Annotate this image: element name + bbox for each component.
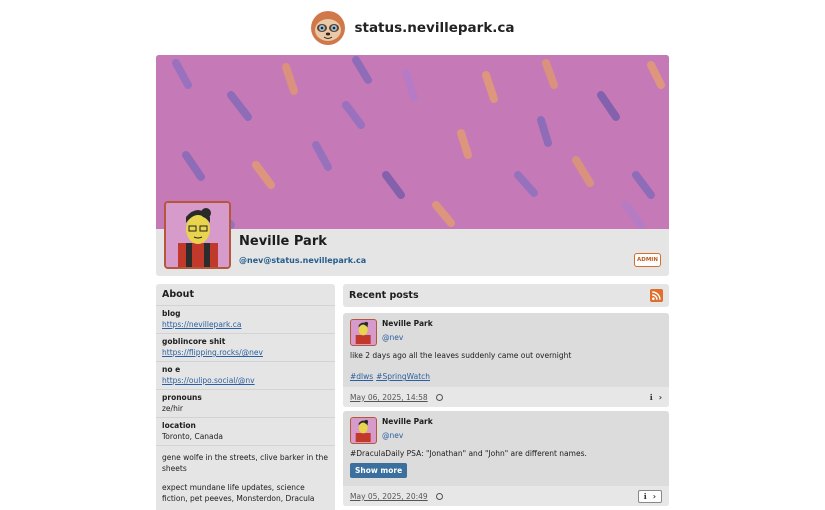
- field-name: blog: [162, 309, 181, 318]
- about-title: About: [156, 284, 335, 306]
- post-account[interactable]: @nev: [382, 431, 403, 440]
- post-avatar[interactable]: [350, 417, 377, 444]
- field-link-no-e[interactable]: https://oulipo.social/@nv: [162, 376, 255, 385]
- admin-badge: ADMIN: [634, 253, 661, 267]
- post-footer: May 06, 2025, 14:58 ℹ ›: [343, 387, 669, 407]
- chevron-right-icon[interactable]: ›: [653, 492, 656, 501]
- field-link-blog[interactable]: https://nevillepark.ca: [162, 320, 241, 329]
- post-date-link[interactable]: May 05, 2025, 20:49: [350, 492, 428, 501]
- hashtag-link[interactable]: #dlws: [350, 372, 373, 381]
- post-author[interactable]: Neville Park: [382, 417, 433, 426]
- bio-paragraph: gene wolfe in the streets, clive barker …: [162, 453, 328, 473]
- posts-title: Recent posts: [349, 290, 419, 301]
- post-content: like 2 days ago all the leaves suddenly …: [350, 351, 572, 360]
- hashtag-link[interactable]: #SpringWatch: [376, 372, 430, 381]
- sloth-logo-icon[interactable]: [310, 10, 346, 46]
- info-icon[interactable]: ℹ: [644, 492, 647, 501]
- site-title[interactable]: status.nevillepark.ca: [354, 20, 514, 36]
- post[interactable]: Neville Park @nev like 2 days ago all th…: [343, 313, 669, 407]
- profile-display-name: Neville Park: [239, 234, 327, 249]
- post-actions[interactable]: ℹ ›: [650, 393, 662, 402]
- profile-field: location Toronto, Canada: [156, 418, 335, 446]
- about-panel: About blog https://nevillepark.ca goblin…: [156, 284, 335, 510]
- post-author[interactable]: Neville Park: [382, 319, 433, 328]
- post-actions[interactable]: ℹ ›: [637, 489, 662, 503]
- site-header: status.nevillepark.ca: [0, 10, 825, 46]
- profile-field: no e https://oulipo.social/@nv: [156, 362, 335, 390]
- post-date-link[interactable]: May 06, 2025, 14:58: [350, 393, 428, 402]
- post-avatar[interactable]: [350, 319, 377, 346]
- globe-icon: [435, 393, 443, 401]
- profile-field: blog https://nevillepark.ca: [156, 306, 335, 334]
- field-value: Toronto, Canada: [162, 432, 223, 441]
- post[interactable]: Neville Park @nev #DraculaDaily PSA: "Jo…: [343, 411, 669, 506]
- post-tags: #dlws #SpringWatch: [350, 372, 433, 381]
- posts-header: Recent posts: [343, 284, 669, 307]
- rss-icon[interactable]: [650, 289, 663, 302]
- profile-card: Neville Park @nev@status.nevillepark.ca …: [156, 55, 669, 276]
- field-value: ze/hir: [162, 404, 183, 413]
- profile-handle[interactable]: @nev@status.nevillepark.ca: [239, 256, 366, 265]
- field-name: goblincore shit: [162, 337, 226, 346]
- field-link-goblincore[interactable]: https://flipping.rocks/@nev: [162, 348, 263, 357]
- post-content: #DraculaDaily PSA: "Jonathan" and "John"…: [350, 449, 587, 458]
- bio-paragraph: expect mundane life updates, science fic…: [162, 483, 315, 503]
- recent-posts-panel: Recent posts Neville Park @nev like 2 da…: [343, 284, 669, 510]
- profile-bio: gene wolfe in the streets, clive barker …: [156, 446, 335, 504]
- post-footer: May 05, 2025, 20:49 ℹ ›: [343, 486, 669, 506]
- field-name: pronouns: [162, 393, 202, 402]
- field-name: no e: [162, 365, 181, 374]
- info-icon[interactable]: ℹ: [650, 393, 653, 402]
- profile-banner: [156, 55, 669, 229]
- globe-icon: [435, 492, 443, 500]
- field-name: location: [162, 421, 196, 430]
- profile-field: goblincore shit https://flipping.rocks/@…: [156, 334, 335, 362]
- show-more-button[interactable]: Show more: [350, 463, 408, 478]
- chevron-right-icon[interactable]: ›: [659, 393, 662, 402]
- profile-avatar[interactable]: [164, 201, 231, 269]
- profile-field: pronouns ze/hir: [156, 390, 335, 418]
- post-account[interactable]: @nev: [382, 333, 403, 342]
